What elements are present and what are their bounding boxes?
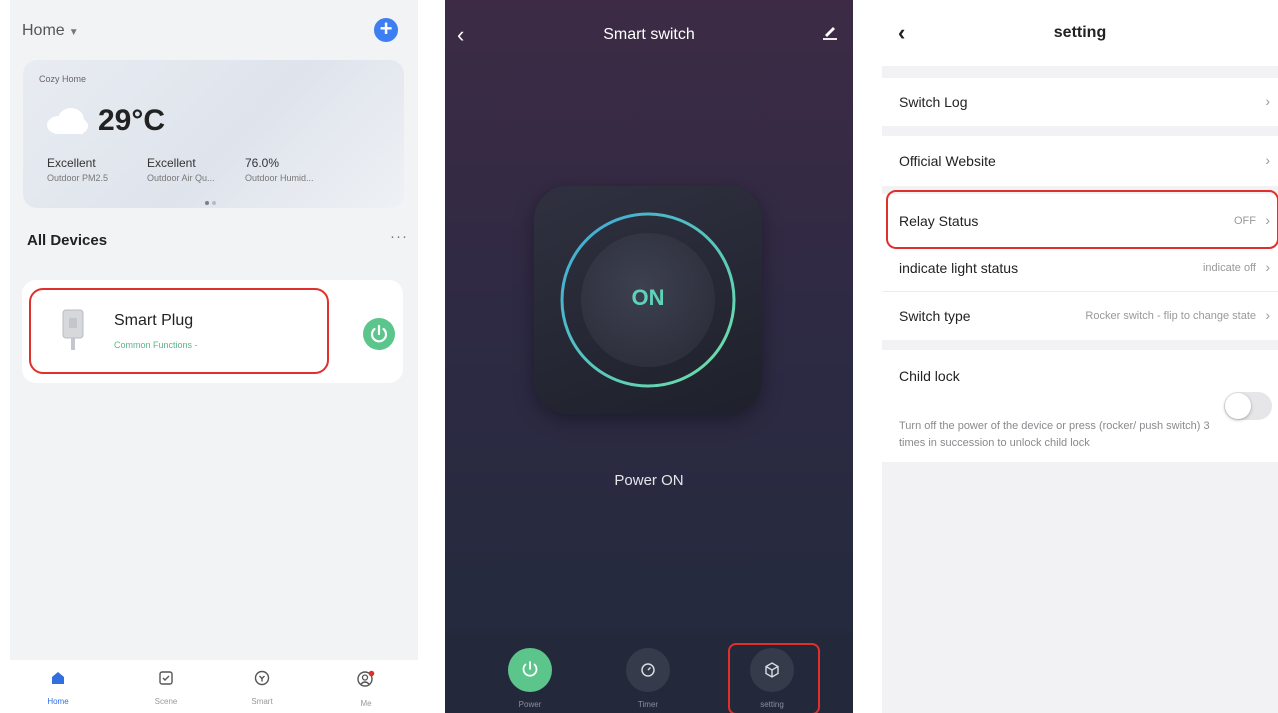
chevron-right-icon: › <box>1265 152 1270 168</box>
weather-stat-pm25: Excellent Outdoor PM2.5 <box>47 156 108 183</box>
stat-label: Outdoor Air Qu... <box>147 173 215 183</box>
control-label: Timer <box>637 700 659 709</box>
tab-label: Smart <box>251 697 273 706</box>
weather-stat-humidity: 76.0% Outdoor Humid... <box>245 156 314 183</box>
toggle-knob <box>1225 393 1251 419</box>
cloud-icon <box>47 108 88 134</box>
power-status: Power ON <box>614 472 684 489</box>
smart-switch-screen: ‹ Smart switch ON Power ON Power Timer s… <box>445 0 853 713</box>
switch-state-label: ON <box>631 285 665 310</box>
tab-scene[interactable]: Scene <box>136 670 196 706</box>
divider <box>882 291 1278 292</box>
me-icon <box>357 670 375 687</box>
weather-stat-air-quality: Excellent Outdoor Air Qu... <box>147 156 215 183</box>
tab-label: Me <box>360 699 372 708</box>
plus-icon: + <box>379 16 393 41</box>
row-indicate-light-status[interactable]: indicate light status indicate off › <box>882 250 1278 290</box>
timer-icon <box>641 663 655 677</box>
add-device-button[interactable]: + <box>374 18 398 42</box>
chevron-right-icon: › <box>1265 93 1270 109</box>
highlight-box <box>728 643 820 713</box>
row-label: Official Website <box>899 153 996 169</box>
tab-me[interactable]: Me <box>336 670 396 708</box>
weather-card[interactable]: Cozy Home 29°C Excellent Outdoor PM2.5 E… <box>23 60 404 208</box>
scene-icon <box>159 671 173 685</box>
device-power-button[interactable] <box>363 318 395 350</box>
page-title: setting <box>1053 24 1107 41</box>
section-title: All Devices <box>27 232 108 249</box>
row-label: Switch Log <box>899 94 968 110</box>
edit-icon[interactable] <box>821 22 839 40</box>
control-label: Power <box>518 700 542 709</box>
chevron-right-icon: › <box>1265 259 1270 275</box>
row-label: Switch type <box>899 308 971 324</box>
highlight-box <box>886 190 1278 249</box>
stat-label: Outdoor PM2.5 <box>47 173 109 183</box>
home-screen: Home ▼ + Cozy Home 29°C Excellent Outdoor… <box>10 0 418 713</box>
chevron-right-icon: › <box>1265 307 1270 323</box>
smart-icon <box>254 670 270 686</box>
weather-temperature: 29°C <box>98 104 166 137</box>
tab-home[interactable]: Home <box>28 670 88 706</box>
page-indicator <box>205 192 219 210</box>
child-lock-toggle[interactable] <box>1224 392 1272 420</box>
tab-label: Home <box>47 697 69 706</box>
timer-button[interactable] <box>626 648 670 692</box>
timer-control[interactable]: Timer <box>613 648 683 709</box>
stat-label: Outdoor Humid... <box>245 173 314 183</box>
highlight-box <box>29 288 329 374</box>
more-icon[interactable]: ··· <box>390 228 408 245</box>
row-value: Rocker switch - flip to change state <box>1085 310 1256 322</box>
stat-value: Excellent <box>147 156 196 170</box>
stat-value: Excellent <box>47 156 96 170</box>
power-button[interactable] <box>508 648 552 692</box>
row-value: indicate off <box>1202 262 1256 274</box>
tab-smart[interactable]: Smart <box>232 670 292 706</box>
row-label: Child lock <box>899 368 960 384</box>
home-icon <box>52 672 64 684</box>
tab-label: Scene <box>154 697 178 706</box>
row-switch-type[interactable]: Switch type Rocker switch - flip to chan… <box>882 294 1278 338</box>
home-selector[interactable]: Home ▼ <box>22 22 79 40</box>
page-title: Smart switch <box>603 26 695 43</box>
power-icon <box>370 324 388 343</box>
power-icon <box>522 661 538 677</box>
stat-value: 76.0% <box>245 156 280 170</box>
weather-home-name: Cozy Home <box>39 74 87 84</box>
child-lock-description: Turn off the power of the device or pres… <box>899 420 1210 449</box>
row-official-website[interactable]: Official Website › <box>882 136 1278 186</box>
tab-bar: Home Scene Smart Me <box>10 660 418 713</box>
row-switch-log[interactable]: Switch Log › <box>882 78 1278 126</box>
row-label: indicate light status <box>899 260 1019 276</box>
power-control[interactable]: Power <box>495 648 565 709</box>
caret-down-icon: ▼ <box>68 27 79 38</box>
setting-screen: ‹ setting Switch Log › Official Website … <box>882 0 1278 713</box>
header: ‹ setting <box>882 0 1278 66</box>
home-title: Home <box>22 22 65 39</box>
